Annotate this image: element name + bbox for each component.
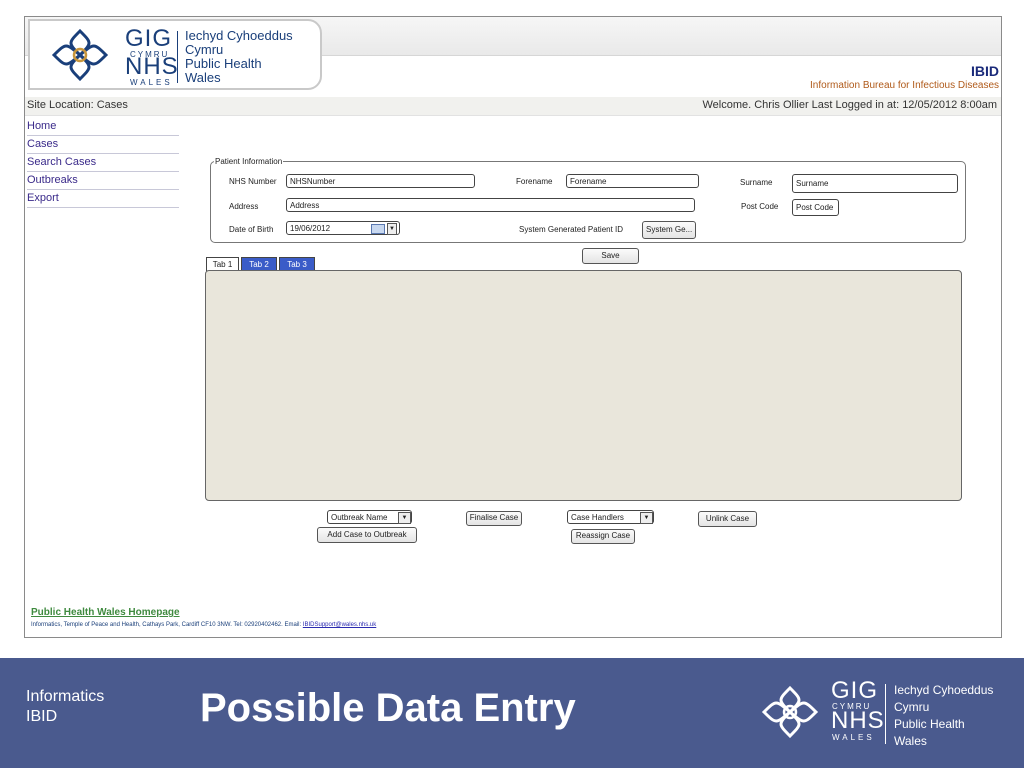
forename-input[interactable]: Forename bbox=[566, 174, 699, 188]
sidebar-item-export[interactable]: Export bbox=[27, 190, 179, 208]
footer-address: Informatics, Temple of Peace and Health,… bbox=[31, 622, 303, 628]
add-case-to-outbreak-button[interactable]: Add Case to Outbreak bbox=[317, 527, 417, 543]
app-subtitle: Information Bureau for Infectious Diseas… bbox=[810, 80, 999, 91]
site-location: Site Location: Cases bbox=[27, 99, 128, 111]
post-code-input[interactable]: Post Code bbox=[792, 199, 839, 216]
footer-logo-nhs: NHS bbox=[831, 707, 885, 734]
footer-app: IBID bbox=[26, 708, 58, 725]
sidebar-item-cases[interactable]: Cases bbox=[27, 136, 179, 154]
nhs-number-label: NHS Number bbox=[229, 177, 277, 186]
dob-date-picker[interactable]: 19/06/2012 ▼ bbox=[286, 221, 400, 235]
logo-line: Public Health bbox=[185, 56, 262, 71]
tab-panel bbox=[205, 270, 962, 501]
footer-logo-divider bbox=[885, 684, 886, 744]
surname-label: Surname bbox=[740, 178, 773, 187]
dob-value: 19/06/2012 bbox=[290, 224, 331, 233]
welcome-text: Welcome. Chris Ollier Last Logged in at:… bbox=[702, 99, 997, 111]
sidebar-item-outbreaks[interactable]: Outbreaks bbox=[27, 172, 179, 190]
patient-info-legend: Patient Information bbox=[214, 157, 284, 166]
footer-info: Informatics, Temple of Peace and Health,… bbox=[31, 622, 376, 628]
chevron-down-icon[interactable]: ▼ bbox=[398, 512, 411, 524]
calendar-icon[interactable] bbox=[371, 224, 385, 234]
post-code-label: Post Code bbox=[741, 202, 779, 211]
case-handlers-select[interactable]: Case Handlers ▼ bbox=[567, 510, 654, 524]
logo-divider bbox=[177, 31, 178, 83]
app-name: IBID bbox=[971, 63, 999, 79]
sidebar-item-home[interactable]: Home bbox=[27, 118, 179, 136]
surname-input[interactable]: Surname bbox=[792, 174, 958, 193]
logo-line: Cymru bbox=[185, 42, 224, 57]
location-bar: Site Location: Cases Welcome. Chris Olli… bbox=[25, 97, 1001, 116]
logo-wales: WALES bbox=[130, 78, 173, 87]
patient-id-field[interactable]: System Ge... bbox=[642, 221, 696, 239]
footer-logo-line: Iechyd Cyhoeddus bbox=[894, 683, 994, 697]
outbreak-name-select[interactable]: Outbreak Name ▼ bbox=[327, 510, 412, 524]
chevron-down-icon[interactable]: ▼ bbox=[387, 223, 397, 235]
slide-title: Possible Data Entry bbox=[200, 686, 576, 730]
finalise-case-button[interactable]: Finalise Case bbox=[466, 511, 522, 526]
support-email-link[interactable]: IBIDSupport@wales.nhs.uk bbox=[303, 622, 376, 628]
case-handlers-value: Case Handlers bbox=[571, 513, 624, 522]
address-label: Address bbox=[229, 202, 259, 211]
logo-line: Iechyd Cyhoeddus bbox=[185, 28, 293, 43]
tab-2[interactable]: Tab 2 bbox=[241, 257, 277, 270]
unlink-case-button[interactable]: Unlink Case bbox=[698, 511, 757, 527]
footer-logo-line: Cymru bbox=[894, 700, 930, 714]
celtic-knot-icon bbox=[761, 685, 819, 739]
logo-line: Wales bbox=[185, 70, 221, 85]
forename-label: Forename bbox=[516, 177, 553, 186]
tab-3[interactable]: Tab 3 bbox=[279, 257, 315, 270]
celtic-knot-icon bbox=[51, 28, 109, 82]
footer-logo-wales: WALES bbox=[832, 733, 875, 742]
logo-nhs: NHS bbox=[125, 53, 179, 80]
footer-dept: Informatics bbox=[26, 688, 105, 705]
save-button[interactable]: Save bbox=[582, 248, 639, 264]
sidebar-item-search-cases[interactable]: Search Cases bbox=[27, 154, 179, 172]
reassign-case-button[interactable]: Reassign Case bbox=[571, 529, 635, 544]
address-input[interactable]: Address bbox=[286, 198, 695, 212]
app-window: GIG CYMRU NHS WALES Iechyd Cyhoeddus Cym… bbox=[24, 16, 1002, 638]
chevron-down-icon[interactable]: ▼ bbox=[640, 512, 653, 524]
dob-label: Date of Birth bbox=[229, 225, 274, 234]
footer-logo-text: Iechyd Cyhoeddus Cymru Public Health Wal… bbox=[894, 682, 993, 750]
homepage-link[interactable]: Public Health Wales Homepage bbox=[31, 607, 180, 618]
footer-logo-line: Public Health bbox=[894, 717, 965, 731]
outbreak-select-value: Outbreak Name bbox=[331, 513, 388, 522]
slide-footer: Informatics IBID Possible Data Entry GIG… bbox=[0, 658, 1024, 768]
nhs-logo[interactable]: GIG CYMRU NHS WALES Iechyd Cyhoeddus Cym… bbox=[28, 19, 322, 90]
patient-id-label: System Generated Patient ID bbox=[519, 225, 624, 234]
footer-logo-gig: GIG bbox=[831, 677, 879, 704]
footer-logo: GIG CYMRU NHS WALES Iechyd Cyhoeddus Cym… bbox=[758, 676, 1008, 752]
tab-1[interactable]: Tab 1 bbox=[206, 257, 239, 271]
logo-gig: GIG bbox=[125, 25, 173, 52]
footer-logo-line: Wales bbox=[894, 734, 927, 748]
nhs-number-input[interactable]: NHSNumber bbox=[286, 174, 475, 188]
logo-text: Iechyd Cyhoeddus Cymru Public Health Wal… bbox=[185, 29, 293, 85]
